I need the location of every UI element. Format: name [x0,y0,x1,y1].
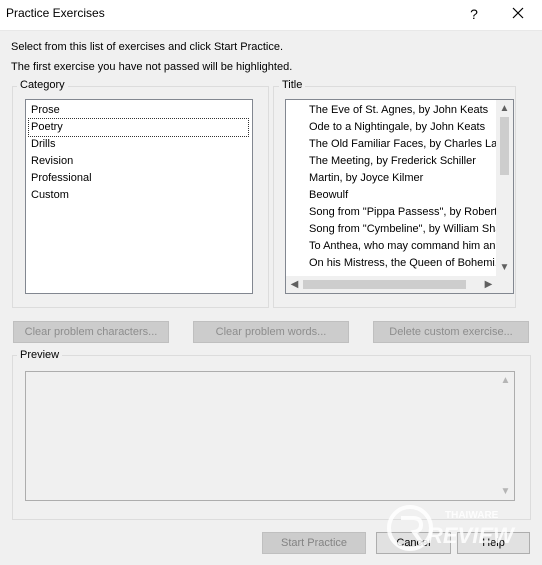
delete-custom-exercise-button[interactable]: Delete custom exercise... [373,321,529,343]
scroll-left-icon[interactable]: ◀ [286,276,303,293]
title-item[interactable]: On his Mistress, the Queen of Bohemi. [309,255,498,272]
hscroll-thumb[interactable] [303,280,466,289]
instruction-line-2: The first exercise you have not passed w… [11,61,293,73]
title-item[interactable]: The Eve of St. Agnes, by John Keats [309,102,488,119]
instruction-line-1: Select from this list of exercises and c… [11,41,284,53]
category-item-poetry[interactable]: Poetry [28,118,249,137]
category-list[interactable]: Prose Poetry Drills Revision Professiona… [25,99,253,294]
title-item[interactable]: Ode to a Nightingale, by John Keats [309,119,485,136]
scroll-down-icon[interactable]: ▼ [496,259,513,276]
title-item[interactable]: Song from "Pippa Passess", by Robert . [309,204,503,221]
title-item[interactable]: Martin, by Joyce Kilmer [309,170,423,187]
close-button[interactable] [503,3,533,25]
category-item-drills[interactable]: Drills [31,136,55,153]
watermark-top-text: THAIWARE [445,510,499,521]
scroll-up-icon[interactable]: ▲ [496,100,513,117]
title-list[interactable]: The Eve of St. Agnes, by John Keats Ode … [285,99,514,294]
clear-problem-characters-button[interactable]: Clear problem characters... [13,321,169,343]
start-practice-button[interactable]: Start Practice [262,532,366,554]
category-item-professional[interactable]: Professional [31,170,92,187]
preview-box[interactable]: ▲ ▼ [25,371,515,501]
close-icon [503,3,533,25]
window-title: Practice Exercises [6,6,105,20]
watermark-bottom-text: REVIEW [427,523,516,548]
watermark-logo-icon: THAIWARE REVIEW [387,505,516,551]
title-item[interactable]: Beowulf [309,187,348,204]
vscroll-thumb[interactable] [500,117,509,175]
help-button[interactable]: ? [462,3,486,25]
title-vscrollbar[interactable]: ▲ ▼ [496,100,513,276]
scroll-right-icon[interactable]: ▶ [480,276,497,293]
scroll-corner [496,276,513,293]
category-item-revision[interactable]: Revision [31,153,73,170]
title-label: Title [279,78,306,92]
clear-problem-words-button[interactable]: Clear problem words... [193,321,349,343]
preview-label: Preview [17,348,63,362]
title-hscrollbar[interactable]: ◀ ▶ [286,276,497,293]
title-item[interactable]: To Anthea, who may command him an. [309,238,499,255]
category-item-custom[interactable]: Custom [31,187,69,204]
title-bar: Practice Exercises ? [0,0,542,31]
title-item[interactable]: The Meeting, by Frederick Schiller [309,153,476,170]
title-item[interactable]: The Old Familiar Faces, by Charles Lam [309,136,506,153]
thaiware-review-watermark: THAIWARE REVIEW [383,496,523,556]
scroll-up-icon[interactable]: ▲ [497,372,514,389]
preview-vscrollbar[interactable]: ▲ ▼ [497,372,514,500]
title-item[interactable]: Song from "Cymbeline", by William Sha [309,221,501,238]
category-item-prose[interactable]: Prose [31,102,60,119]
category-label: Category [17,78,68,92]
